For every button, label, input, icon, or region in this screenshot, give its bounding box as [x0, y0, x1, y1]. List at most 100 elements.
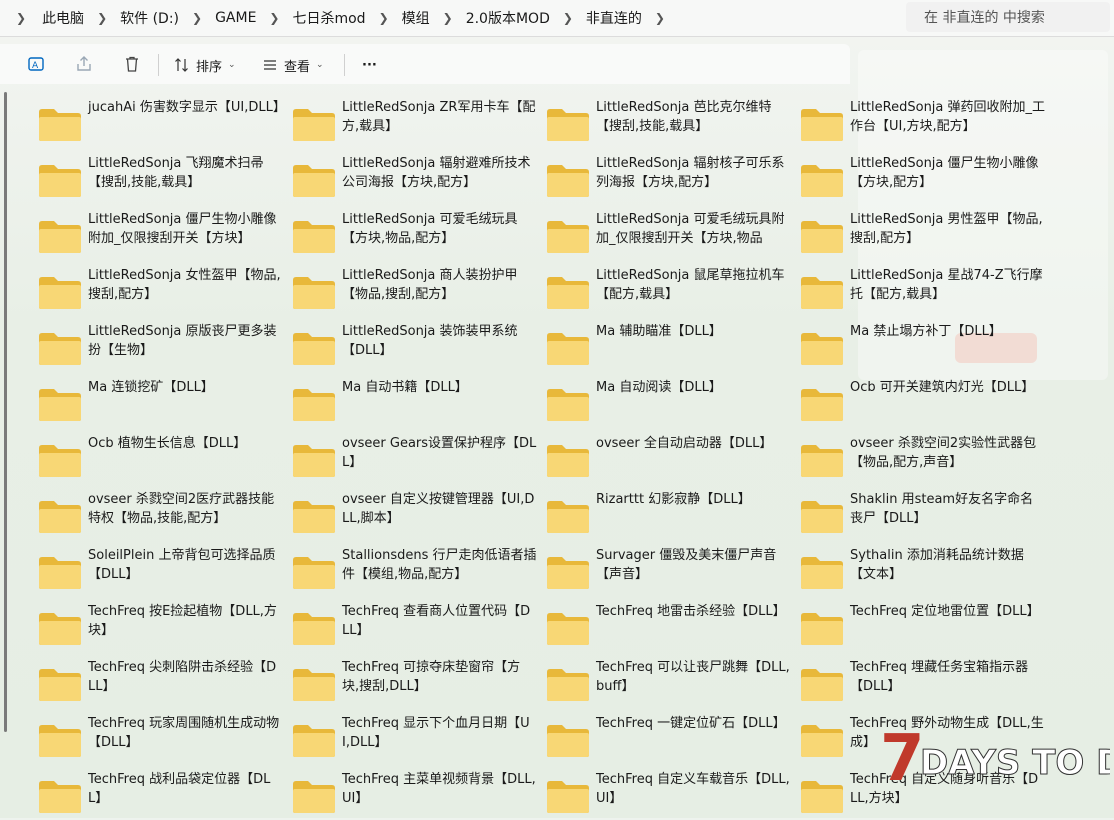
- breadcrumb-game[interactable]: GAME: [211, 10, 260, 26]
- folder-item[interactable]: TechFreq 查看商人位置代码【DLL】: [292, 602, 542, 652]
- folder-name: LittleRedSonja 僵尸生物小雕像附加_仅限搜刮开关【方块】: [88, 212, 277, 246]
- chevron-right-icon[interactable]: ❯: [183, 11, 211, 25]
- folder-item[interactable]: TechFreq 可掠夺床垫窗帘【方块,搜刮,DLL】: [292, 658, 542, 708]
- folder-item[interactable]: TechFreq 自定义车载音乐【DLL,UI】: [546, 770, 796, 820]
- folder-item[interactable]: Ma 自动阅读【DLL】: [546, 378, 796, 428]
- folder-name: TechFreq 按E捡起植物【DLL,方块】: [88, 604, 277, 638]
- folder-item[interactable]: ovseer 杀戮空间2实验性武器包【物品,配方,声音】: [800, 434, 1050, 484]
- breadcrumb-7dtd-mod[interactable]: 七日杀mod: [288, 8, 369, 28]
- folder-item[interactable]: TechFreq 埋藏任务宝箱指示器【DLL】: [800, 658, 1050, 708]
- folder-name: LittleRedSonja 可爱毛绒玩具【方块,物品,配方】: [342, 212, 518, 246]
- folder-item[interactable]: LittleRedSonja 弹药回收附加_工作台【UI,方块,配方】: [800, 98, 1050, 148]
- sort-button[interactable]: 排序 ⌄: [174, 54, 236, 76]
- folder-item[interactable]: LittleRedSonja 鼠尾草拖拉机车【配方,载具】: [546, 266, 796, 316]
- folder-item[interactable]: ovseer 全自动启动器【DLL】: [546, 434, 796, 484]
- chevron-right-icon[interactable]: ❯: [434, 11, 462, 25]
- folder-icon: [800, 108, 844, 142]
- breadcrumb-this-pc[interactable]: 此电脑: [38, 8, 88, 28]
- folder-item[interactable]: LittleRedSonja 男性盔甲【物品,搜刮,配方】: [800, 210, 1050, 260]
- folder-item[interactable]: LittleRedSonja 星战74-Z飞行摩托【配方,载具】: [800, 266, 1050, 316]
- folder-item[interactable]: TechFreq 主菜单视频背景【DLL,UI】: [292, 770, 542, 820]
- breadcrumb-non-direct[interactable]: 非直连的: [582, 8, 646, 28]
- folder-name: TechFreq 定位地雷位置【DLL】: [850, 604, 1040, 619]
- folder-item[interactable]: LittleRedSonja 可爱毛绒玩具附加_仅限搜刮开关【方块,物品: [546, 210, 796, 260]
- folder-name: ovseer Gears设置保护程序【DLL】: [342, 436, 537, 470]
- folder-item[interactable]: TechFreq 尖刺陷阱击杀经验【DLL】: [38, 658, 288, 708]
- folder-icon: [800, 332, 844, 366]
- folder-name: TechFreq 查看商人位置代码【DLL】: [342, 604, 531, 638]
- folder-item[interactable]: LittleRedSonja 辐射核子可乐系列海报【方块,配方】: [546, 154, 796, 204]
- folder-item[interactable]: LittleRedSonja 僵尸生物小雕像【方块,配方】: [800, 154, 1050, 204]
- folder-item[interactable]: ovseer 自定义按键管理器【UI,DLL,脚本】: [292, 490, 542, 540]
- folder-item[interactable]: Ma 自动书籍【DLL】: [292, 378, 542, 428]
- folder-item[interactable]: TechFreq 按E捡起植物【DLL,方块】: [38, 602, 288, 652]
- folder-item[interactable]: Ma 辅助瞄准【DLL】: [546, 322, 796, 372]
- folder-item[interactable]: TechFreq 一键定位矿石【DLL】: [546, 714, 796, 764]
- more-options-button[interactable]: ···: [362, 54, 377, 76]
- folder-item[interactable]: TechFreq 玩家周围随机生成动物【DLL】: [38, 714, 288, 764]
- view-button[interactable]: 查看 ⌄: [262, 54, 324, 76]
- folder-name: Ma 辅助瞄准【DLL】: [596, 324, 722, 339]
- delete-icon[interactable]: [122, 54, 142, 74]
- chevron-right-icon[interactable]: ❯: [646, 11, 674, 25]
- folder-icon: [292, 164, 336, 198]
- folder-item[interactable]: LittleRedSonja 原版丧尸更多装扮【生物】: [38, 322, 288, 372]
- chevron-right-icon[interactable]: ❯: [260, 11, 288, 25]
- rename-icon[interactable]: A: [26, 54, 46, 74]
- folder-item[interactable]: LittleRedSonja 可爱毛绒玩具【方块,物品,配方】: [292, 210, 542, 260]
- folder-icon: [546, 108, 590, 142]
- search-input[interactable]: 在 非直连的 中搜索: [906, 2, 1110, 32]
- chevron-right-icon[interactable]: ❯: [370, 11, 398, 25]
- folder-item[interactable]: Shaklin 用steam好友名字命名丧尸【DLL】: [800, 490, 1050, 540]
- folder-name: LittleRedSonja 弹药回收附加_工作台【UI,方块,配方】: [850, 100, 1046, 134]
- folder-icon: [800, 444, 844, 478]
- folder-item[interactable]: TechFreq 定位地雷位置【DLL】: [800, 602, 1050, 652]
- folder-item[interactable]: SoleilPlein 上帝背包可选择品质【DLL】: [38, 546, 288, 596]
- share-icon[interactable]: [74, 54, 94, 74]
- folder-item[interactable]: Rizarttt 幻影寂静【DLL】: [546, 490, 796, 540]
- chevron-right-icon[interactable]: ❯: [554, 11, 582, 25]
- folder-item[interactable]: LittleRedSonja 女性盔甲【物品,搜刮,配方】: [38, 266, 288, 316]
- folder-item[interactable]: TechFreq 战利品袋定位器【DLL】: [38, 770, 288, 820]
- breadcrumb-2-0-mod[interactable]: 2.0版本MOD: [462, 8, 554, 28]
- folder-item[interactable]: ovseer 杀戮空间2医疗武器技能特权【物品,技能,配方】: [38, 490, 288, 540]
- folder-item[interactable]: Ma 禁止塌方补丁【DLL】: [800, 322, 1050, 372]
- folder-item[interactable]: LittleRedSonja 芭比克尔维特【搜刮,技能,载具】: [546, 98, 796, 148]
- folder-icon: [38, 276, 82, 310]
- chevron-right-icon[interactable]: ❯: [0, 11, 38, 25]
- breadcrumb-drive-d[interactable]: 软件 (D:): [116, 8, 183, 28]
- folder-item[interactable]: jucahAi 伤害数字显示【UI,DLL】: [38, 98, 288, 148]
- folder-item[interactable]: ovseer Gears设置保护程序【DLL】: [292, 434, 542, 484]
- folder-icon: [38, 668, 82, 702]
- folder-item[interactable]: LittleRedSonja 商人装扮护甲【物品,搜刮,配方】: [292, 266, 542, 316]
- folder-name: Ma 禁止塌方补丁【DLL】: [850, 324, 1002, 339]
- folder-icon: [292, 780, 336, 814]
- folder-name: TechFreq 尖刺陷阱击杀经验【DLL】: [88, 660, 277, 694]
- folder-item[interactable]: LittleRedSonja 飞翔魔术扫帚【搜刮,技能,载具】: [38, 154, 288, 204]
- address-bar[interactable]: ❯ 此电脑 ❯ 软件 (D:) ❯ GAME ❯ 七日杀mod ❯ 模组 ❯ 2…: [0, 0, 1114, 37]
- folder-item[interactable]: Ocb 可开关建筑内灯光【DLL】: [800, 378, 1050, 428]
- folder-icon: [292, 332, 336, 366]
- folder-item[interactable]: Stallionsdens 行尸走肉低语者插件【模组,物品,配方】: [292, 546, 542, 596]
- folder-name: LittleRedSonja 商人装扮护甲【物品,搜刮,配方】: [342, 268, 518, 302]
- folder-item[interactable]: TechFreq 地雷击杀经验【DLL】: [546, 602, 796, 652]
- folder-name: TechFreq 一键定位矿石【DLL】: [596, 716, 786, 731]
- folder-item[interactable]: Ocb 植物生长信息【DLL】: [38, 434, 288, 484]
- folder-item[interactable]: Ma 连锁挖矿【DLL】: [38, 378, 288, 428]
- folder-item[interactable]: TechFreq 可以让丧尸跳舞【DLL,buff】: [546, 658, 796, 708]
- sort-label: 排序: [196, 59, 223, 75]
- folder-item[interactable]: Sythalin 添加消耗品统计数据【文本】: [800, 546, 1050, 596]
- folder-icon: [546, 556, 590, 590]
- folder-name: LittleRedSonja ZR军用卡车【配方,载具】: [342, 100, 536, 134]
- folder-item[interactable]: Survager 僵毁及美末僵尸声音【声音】: [546, 546, 796, 596]
- folder-item[interactable]: LittleRedSonja 辐射避难所技术公司海报【方块,配方】: [292, 154, 542, 204]
- folder-item[interactable]: LittleRedSonja 装饰装甲系统【DLL】: [292, 322, 542, 372]
- folder-item[interactable]: LittleRedSonja 僵尸生物小雕像附加_仅限搜刮开关【方块】: [38, 210, 288, 260]
- folder-item[interactable]: LittleRedSonja ZR军用卡车【配方,载具】: [292, 98, 542, 148]
- sort-icon: [175, 58, 188, 72]
- folder-item[interactable]: TechFreq 显示下个血月日期【UI,DLL】: [292, 714, 542, 764]
- folder-name: TechFreq 可掠夺床垫窗帘【方块,搜刮,DLL】: [342, 660, 521, 694]
- folder-icon: [292, 724, 336, 758]
- chevron-right-icon[interactable]: ❯: [88, 11, 116, 25]
- breadcrumb-mods[interactable]: 模组: [398, 8, 434, 28]
